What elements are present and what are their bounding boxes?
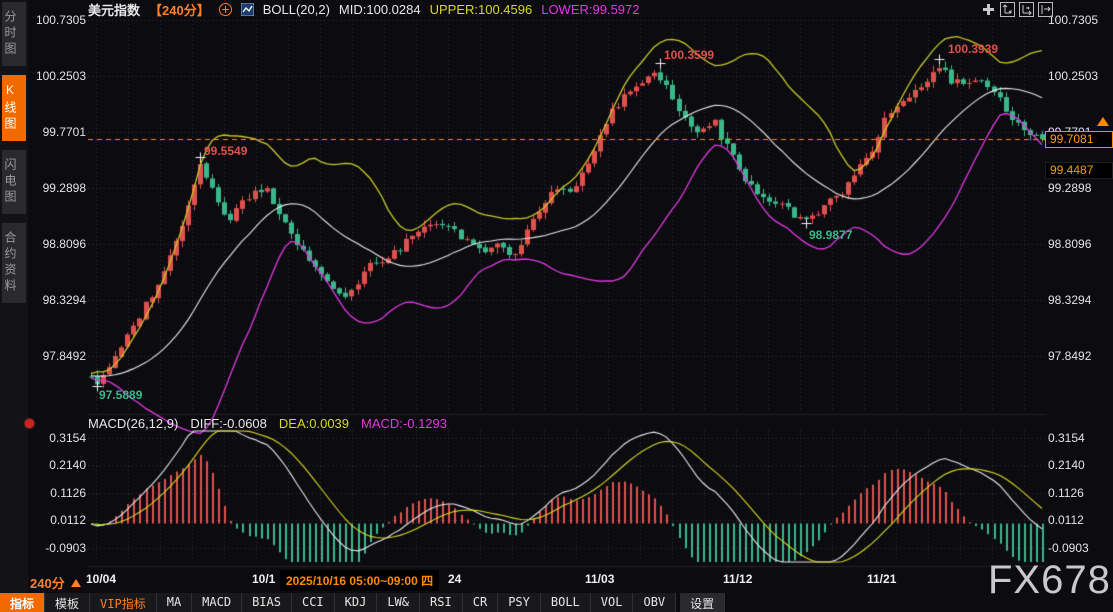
- boll-params: BOLL(20,2): [263, 2, 330, 17]
- toolbar-kdj[interactable]: KDJ: [335, 593, 378, 612]
- macd-axis-label: -0.0903: [30, 541, 86, 555]
- price-axis-label: 99.7701: [30, 125, 86, 139]
- secondary-price-box: 99.4487: [1045, 162, 1113, 179]
- symbol-name: 美元指数: [88, 0, 140, 19]
- price-axis-label: 100.2503: [30, 69, 86, 83]
- date-tick: 11/12: [723, 572, 752, 586]
- toolbar-cr[interactable]: CR: [463, 593, 498, 612]
- price-axis-label-right: 100.7305: [1048, 13, 1110, 27]
- macd-axis-label-right: 0.2140: [1048, 458, 1110, 472]
- toolbar-obv[interactable]: OBV: [633, 593, 676, 612]
- sidebar-tab-timeshare[interactable]: 分时图: [2, 2, 26, 66]
- boll-upper-value: UPPER:100.4596: [430, 2, 533, 17]
- macd-axis-label: 0.2140: [30, 458, 86, 472]
- date-tick: 10/1: [252, 572, 275, 586]
- price-axis-label: 100.7305: [30, 13, 86, 27]
- macd-axis-label: 0.1126: [30, 486, 86, 500]
- toolbar-psy[interactable]: PSY: [498, 593, 541, 612]
- pan-to-latest-icon[interactable]: [1038, 2, 1053, 17]
- toolbar-ma[interactable]: MA: [157, 593, 192, 612]
- swing-high-label: 100.3599: [664, 48, 714, 62]
- boll-mid-value: MID:100.0284: [339, 2, 421, 17]
- macd-axis-label-right: 0.3154: [1048, 431, 1110, 445]
- crosshair-icon[interactable]: [981, 2, 996, 17]
- toolbar-rsi[interactable]: RSI: [420, 593, 463, 612]
- toolbar-bias[interactable]: BIAS: [242, 593, 292, 612]
- date-tick: 11/03: [585, 572, 614, 586]
- brand-watermark: FX678: [988, 558, 1111, 603]
- price-axis-label-right: 100.2503: [1048, 69, 1110, 83]
- indicator-toolbar: 指标 模板 VIP指标 MA MACD BIAS CCI KDJ LW& RSI…: [0, 593, 725, 612]
- price-axis-label: 98.3294: [30, 293, 86, 307]
- toolbar-boll[interactable]: BOLL: [541, 593, 591, 612]
- date-tick: 24: [448, 572, 461, 586]
- price-axis-label-right: 99.2898: [1048, 181, 1110, 195]
- toolbar-macd[interactable]: MACD: [192, 593, 242, 612]
- toolbar-indicators[interactable]: 指标: [0, 593, 45, 612]
- macd-header: MACD(26,12,9) DIFF:-0.0608 DEA:0.0039 MA…: [88, 416, 447, 431]
- chevron-up-icon: [71, 579, 81, 587]
- boll-lower-value: LOWER:99.5972: [541, 2, 639, 17]
- price-axis-label-right: 97.8492: [1048, 349, 1110, 363]
- macd-params: MACD(26,12,9): [88, 416, 178, 431]
- last-price-box: 99.7081: [1045, 131, 1113, 148]
- price-axis-label-right: 98.3294: [1048, 293, 1110, 307]
- add-indicator-icon[interactable]: [219, 3, 232, 16]
- macd-dea-value: DEA:0.0039: [279, 416, 349, 431]
- price-chart-canvas[interactable]: [88, 0, 1045, 568]
- x-axis-zoom-icon[interactable]: [1019, 2, 1034, 17]
- swing-high-label: 99.5549: [204, 144, 247, 158]
- toolbar-lwr[interactable]: LW&: [377, 593, 420, 612]
- toolbar-settings[interactable]: 设置: [680, 593, 725, 612]
- macd-axis-label: 0.3154: [30, 431, 86, 445]
- toolbar-vip-indicators[interactable]: VIP指标: [90, 593, 157, 612]
- macd-diff-value: DIFF:-0.0608: [190, 416, 267, 431]
- macd-axis-label-right: 0.0112: [1048, 513, 1110, 527]
- macd-hist-value: MACD:-0.1293: [361, 416, 447, 431]
- price-axis-label: 97.8492: [30, 349, 86, 363]
- swing-high-label: 100.3939: [948, 42, 998, 56]
- toolbar-templates[interactable]: 模板: [45, 593, 90, 612]
- interval-selector[interactable]: 240分: [30, 573, 81, 592]
- toolbar-vol[interactable]: VOL: [591, 593, 634, 612]
- y-axis-zoom-icon[interactable]: [1000, 2, 1015, 17]
- interval-label[interactable]: 【240分】: [149, 0, 210, 19]
- date-tick: 10/04: [86, 572, 116, 586]
- sidebar-tab-kline[interactable]: K线图: [2, 75, 26, 141]
- chart-header: 美元指数 【240分】 BOLL(20,2) MID:100.0284 UPPE…: [88, 1, 640, 18]
- interval-text: 240分: [30, 573, 65, 592]
- price-axis-label: 98.8096: [30, 237, 86, 251]
- swing-low-label: 97.5889: [99, 388, 142, 402]
- sidebar-tab-contract-info[interactable]: 合约资料: [2, 223, 26, 303]
- macd-axis-label-right: -0.0903: [1048, 541, 1110, 555]
- chart-tools: [981, 2, 1053, 17]
- price-axis-label-right: 98.8096: [1048, 237, 1110, 251]
- swing-low-label: 98.9877: [809, 228, 852, 242]
- sidebar-tab-lightning[interactable]: 闪电图: [2, 150, 26, 214]
- mini-chart-icon: [241, 3, 254, 16]
- scroll-to-latest-icon[interactable]: [1097, 117, 1109, 126]
- price-axis-label: 99.2898: [30, 181, 86, 195]
- indicator-dot-icon[interactable]: [25, 419, 34, 428]
- macd-axis-label-right: 0.1126: [1048, 486, 1110, 500]
- chart-type-sidebar: 分时图 K线图 闪电图 合约资料: [0, 0, 28, 593]
- date-tick: 11/21: [867, 572, 896, 586]
- macd-axis-label: 0.0112: [30, 513, 86, 527]
- bar-time-tooltip: 2025/10/16 05:00~09:00 四: [280, 570, 439, 591]
- toolbar-cci[interactable]: CCI: [292, 593, 335, 612]
